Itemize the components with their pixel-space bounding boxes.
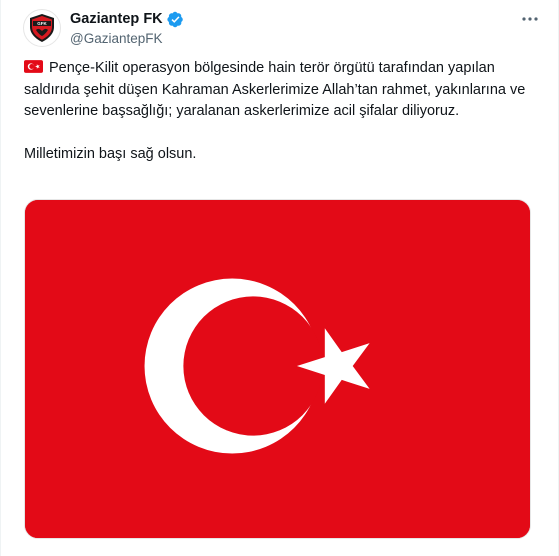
tweet-paragraph-1: Pençe-Kilit operasyon bölgesinde hain te… <box>24 60 530 119</box>
display-name[interactable]: Gaziantep FK <box>70 11 163 27</box>
turkey-flag-emoji-icon <box>24 60 43 73</box>
turkey-flag-icon <box>25 200 530 538</box>
account-avatar[interactable]: GFK <box>23 9 61 47</box>
tweet-text: Pençe-Kilit operasyon bölgesinde hain te… <box>24 58 544 166</box>
tweet-media-image[interactable] <box>24 199 531 539</box>
name-row: Gaziantep FK <box>70 9 184 29</box>
author-block: Gaziantep FK @GaziantepFK <box>70 9 184 46</box>
svg-text:GFK: GFK <box>37 21 47 26</box>
gaziantep-fk-logo-icon: GFK <box>30 14 54 42</box>
tweet-paragraph-2: Milletimizin başı sağ olsun. <box>24 146 197 162</box>
more-options-button[interactable] <box>518 10 542 28</box>
tweet-card: GFK Gaziantep FK @GaziantepFK Pençe-Kili… <box>0 0 559 556</box>
more-dots-icon <box>522 17 538 21</box>
account-handle[interactable]: @GaziantepFK <box>70 31 184 46</box>
verified-badge-icon <box>167 11 183 27</box>
